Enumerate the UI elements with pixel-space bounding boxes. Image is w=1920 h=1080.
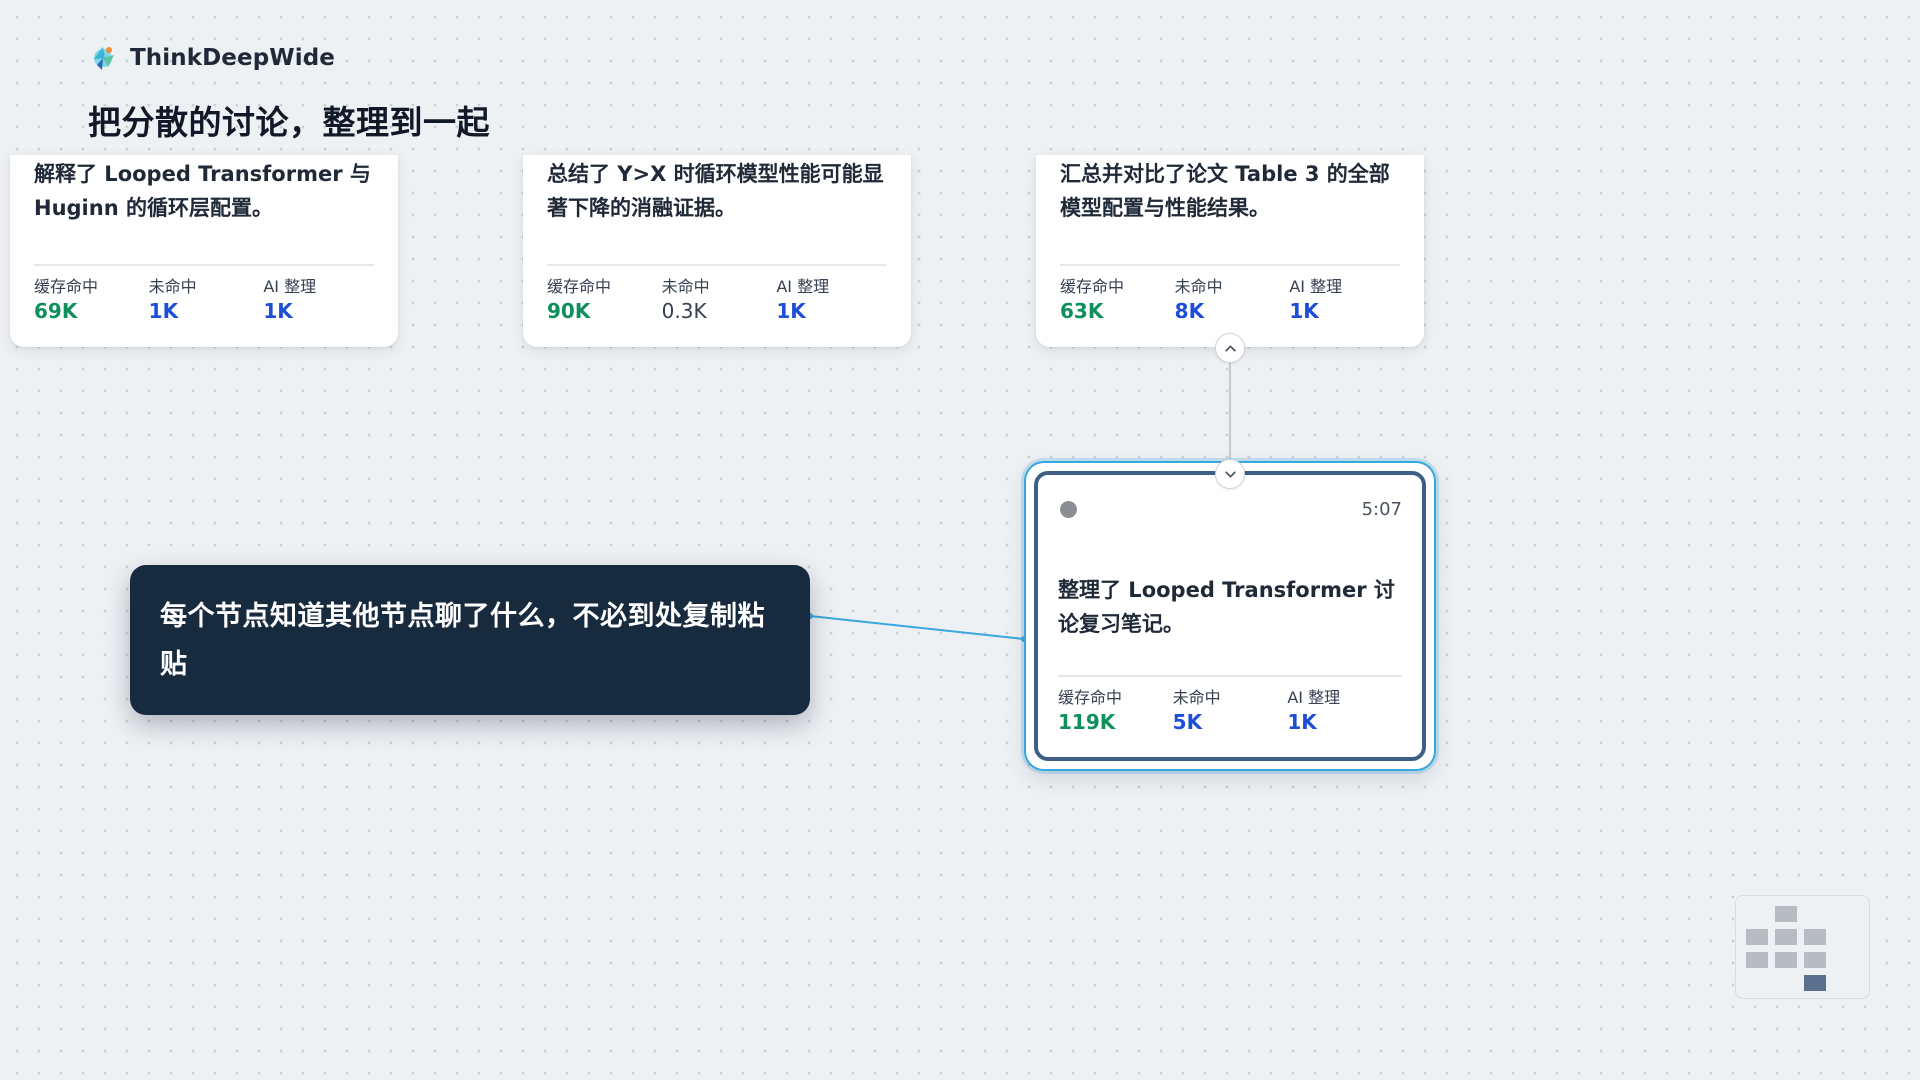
card-summary: 整理了 Looped Transformer 讨论复习笔记。 [1058,578,1395,636]
metric-label: 缓存命中 [1060,277,1125,296]
metric-value: 1K [263,299,293,323]
minimap-node [1804,952,1826,968]
brand[interactable]: ThinkDeepWide [88,43,335,73]
metric-label: 未命中 [1174,277,1223,296]
brand-name: ThinkDeepWide [130,45,335,71]
selected-node-card[interactable]: 5:07 整理了 Looped Transformer 讨论复习笔记。 缓存命中… [1024,461,1436,771]
metric-value: 119K [1058,710,1116,734]
card-summary: 总结了 Y>X 时循环模型性能可能显著下降的消融证据。 [547,162,884,220]
metric-ai-organize: AI 整理 1K [1289,277,1404,325]
metric-label: 未命中 [1172,688,1221,707]
metric-value: 1K [776,299,806,323]
minimap-node [1775,929,1797,945]
minimap[interactable] [1735,895,1870,999]
metric-value: 8K [1174,299,1205,323]
minimap-node [1804,929,1826,945]
card-divider [1058,675,1402,677]
card-summary: 解释了 Looped Transformer 与 Huginn 的循环层配置。 [34,162,371,220]
callout-text: 每个节点知道其他节点聊了什么，不必到处复制粘贴 [160,601,765,680]
metric-cache-hit: 缓存命中 69K [34,277,149,325]
summary-node-card-2[interactable]: 总结了 Y>X 时循环模型性能可能显著下降的消融证据。 缓存命中 90K 未命中… [523,155,911,347]
metric-value: 69K [34,299,78,323]
metric-value: 1K [1289,299,1319,323]
metric-label: 缓存命中 [547,277,612,296]
summary-node-card-3[interactable]: 汇总并对比了论文 Table 3 的全部模型配置与性能结果。 缓存命中 63K … [1036,155,1424,347]
minimap-node-selected [1804,975,1826,991]
node-time: 5:07 [1361,499,1402,520]
metric-label: AI 整理 [1289,277,1343,296]
card-divider [1060,264,1400,266]
minimap-node [1775,952,1797,968]
card-divider [547,264,887,266]
card-divider [34,264,374,266]
card-metrics: 缓存命中 63K 未命中 8K AI 整理 1K [1060,277,1404,325]
feature-callout: 每个节点知道其他节点聊了什么，不必到处复制粘贴 [130,565,810,715]
selected-node-input-handle[interactable] [1215,459,1245,489]
metric-value: 63K [1060,299,1104,323]
card-metrics: 缓存命中 69K 未命中 1K AI 整理 1K [34,277,378,325]
page-title: 把分散的讨论，整理到一起 [88,103,490,142]
metric-value: 1K [148,299,179,323]
selected-node-body[interactable]: 5:07 整理了 Looped Transformer 讨论复习笔记。 缓存命中… [1034,471,1426,761]
metric-cache-miss: 未命中 8K [1175,277,1290,325]
metric-cache-hit: 缓存命中 90K [547,277,662,325]
metric-ai-organize: AI 整理 1K [263,277,378,325]
metric-label: AI 整理 [263,277,317,296]
metric-cache-miss: 未命中 5K [1173,688,1288,736]
metric-label: 未命中 [148,277,197,296]
metric-label: 缓存命中 [34,277,99,296]
status-dot-icon [1060,501,1077,518]
card-summary: 汇总并对比了论文 Table 3 的全部模型配置与性能结果。 [1060,162,1390,220]
metric-label: 未命中 [661,277,710,296]
minimap-node [1775,906,1797,922]
card-metrics: 缓存命中 90K 未命中 0.3K AI 整理 1K [547,277,891,325]
metric-value: 5K [1172,710,1203,734]
card-metrics: 缓存命中 119K 未命中 5K AI 整理 1K [1058,688,1402,736]
metric-value: 90K [547,299,591,323]
metric-value: 1K [1287,710,1317,734]
metric-label: AI 整理 [776,277,830,296]
metric-cache-hit: 缓存命中 63K [1060,277,1175,325]
card-3-output-handle[interactable] [1215,333,1245,363]
callout-connector [809,615,1025,640]
brand-logo-icon [94,47,114,70]
chevron-down-icon [1224,470,1236,478]
metric-ai-organize: AI 整理 1K [1287,688,1402,736]
metric-label: AI 整理 [1287,688,1341,707]
metric-ai-organize: AI 整理 1K [776,277,891,325]
chevron-up-icon [1224,344,1236,352]
summary-node-card-1[interactable]: 解释了 Looped Transformer 与 Huginn 的循环层配置。 … [10,155,398,347]
metric-label: 缓存命中 [1058,688,1123,707]
minimap-node [1746,952,1768,968]
metric-value: 0.3K [661,299,707,323]
minimap-node [1746,929,1768,945]
metric-cache-hit: 缓存命中 119K [1058,688,1173,736]
metric-cache-miss: 未命中 1K [149,277,264,325]
metric-cache-miss: 未命中 0.3K [662,277,777,325]
